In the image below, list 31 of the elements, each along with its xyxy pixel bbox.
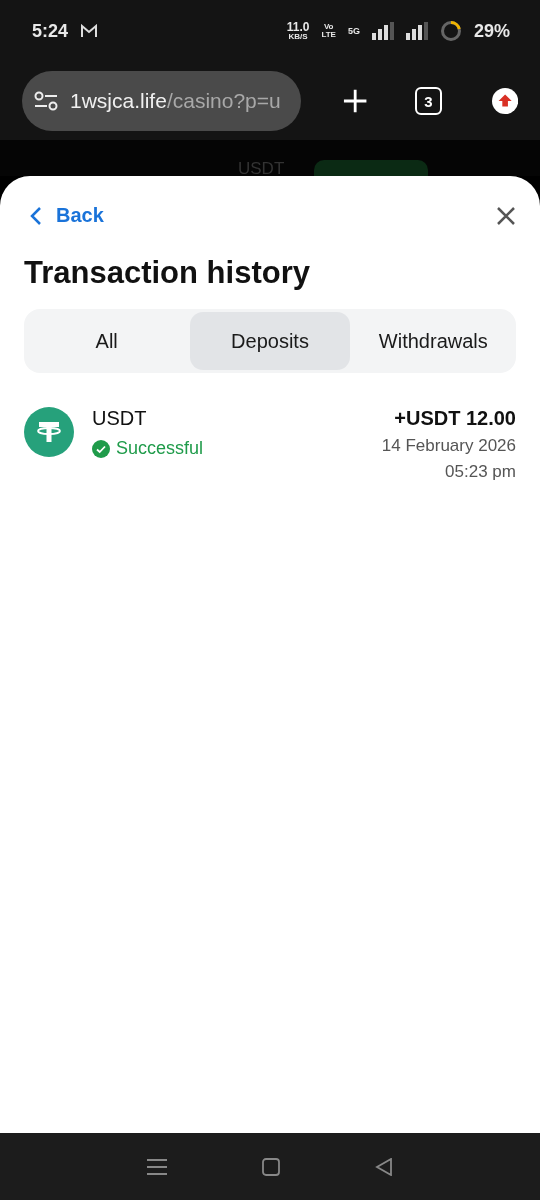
signal-icon bbox=[371, 22, 394, 40]
mail-icon bbox=[80, 24, 99, 38]
plus-icon[interactable] bbox=[342, 88, 368, 114]
address-bar[interactable]: 1wsjca.life/casino?p=u bbox=[22, 71, 301, 131]
amount: +USDT 12.00 bbox=[394, 407, 516, 430]
update-icon[interactable] bbox=[491, 87, 518, 115]
transaction-date: 14 February 2026 bbox=[381, 436, 516, 456]
battery-ring-icon bbox=[439, 20, 462, 42]
filter-tab[interactable]: Withdrawals bbox=[353, 312, 513, 370]
chevron-left-icon bbox=[30, 205, 42, 226]
signal-icon bbox=[405, 22, 428, 40]
menu-icon[interactable] bbox=[147, 1157, 168, 1176]
network-speed: 11.0 KB/S bbox=[286, 21, 310, 41]
volte-indicator: Vo LTE bbox=[321, 23, 336, 39]
home-icon[interactable] bbox=[262, 1157, 280, 1176]
network-type: 5G bbox=[347, 26, 360, 36]
transaction-time: 05:23 pm bbox=[445, 462, 516, 482]
site-settings-icon[interactable] bbox=[34, 91, 58, 111]
tab-count-button[interactable]: 3 bbox=[415, 87, 442, 115]
battery-percent: 29% bbox=[473, 20, 510, 42]
currency-name: USDT bbox=[92, 407, 148, 430]
clock-time: 5:24 bbox=[32, 20, 69, 42]
url-text: 1wsjca.life/casino?p=u bbox=[70, 89, 281, 113]
back-icon[interactable] bbox=[374, 1157, 393, 1176]
close-icon[interactable] bbox=[496, 205, 516, 226]
page-title: Transaction history bbox=[24, 255, 311, 291]
back-button[interactable]: Back bbox=[24, 202, 110, 229]
filter-tab[interactable]: All bbox=[27, 312, 187, 370]
status-label: Successful bbox=[116, 438, 204, 459]
filter-tab[interactable]: Deposits bbox=[190, 312, 350, 370]
tether-coin-icon bbox=[24, 407, 74, 457]
